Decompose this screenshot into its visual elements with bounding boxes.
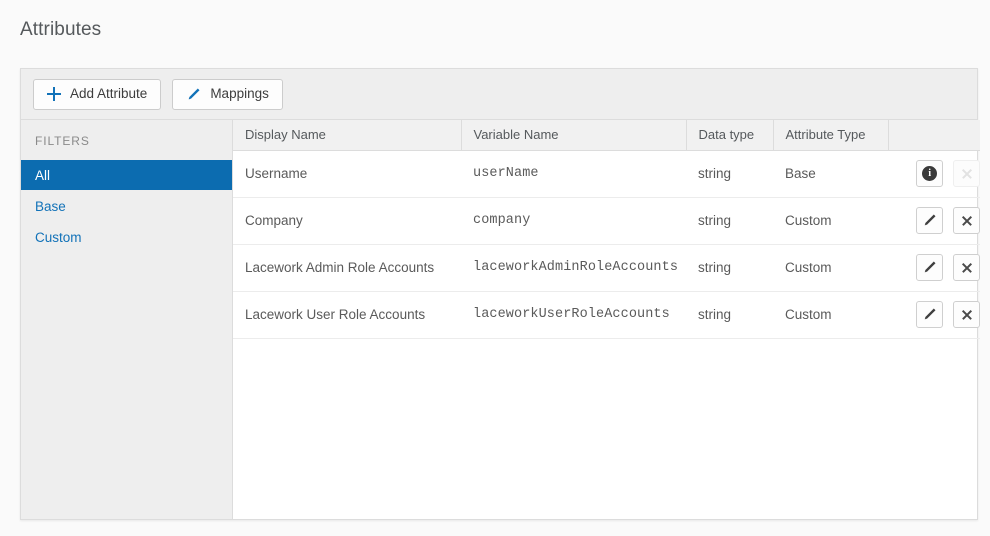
column-header-data-type[interactable]: Data type (686, 120, 774, 151)
delete-button[interactable] (953, 254, 980, 281)
info-icon: i (922, 166, 938, 181)
close-icon (961, 262, 973, 274)
delete-button[interactable] (953, 301, 980, 328)
cell-attribute-type: Custom (773, 244, 888, 292)
cell-display-name: Lacework Admin Role Accounts (233, 244, 461, 292)
pencil-icon (922, 213, 937, 228)
panel-body: FILTERS All Base Custom Display Name Var… (21, 120, 980, 519)
table-row[interactable]: Lacework Admin Role Accounts laceworkAdm… (233, 244, 980, 292)
close-icon (961, 309, 973, 321)
pencil-icon (922, 260, 937, 275)
attributes-table: Display Name Variable Name Data type Att… (233, 120, 980, 339)
column-header-variable-name[interactable]: Variable Name (461, 120, 687, 151)
cell-actions (888, 197, 980, 245)
cell-variable-name: laceworkAdminRoleAccounts (461, 244, 686, 292)
cell-variable-name: userName (461, 150, 686, 198)
add-attribute-label: Add Attribute (70, 86, 148, 102)
mappings-button[interactable]: Mappings (172, 78, 283, 110)
cell-actions (888, 244, 980, 292)
cell-actions: i (888, 150, 980, 198)
cell-attribute-type: Base (773, 150, 888, 198)
attributes-table-container: Display Name Variable Name Data type Att… (233, 120, 980, 519)
table-row[interactable]: Username userName string Base i (233, 150, 980, 198)
close-icon (961, 168, 973, 180)
table-header: Display Name Variable Name Data type Att… (233, 120, 980, 151)
sidebar-item-custom[interactable]: Custom (21, 222, 232, 252)
cell-display-name: Username (233, 150, 461, 198)
toolbar: Add Attribute Mappings (21, 69, 977, 120)
cell-display-name: Lacework User Role Accounts (233, 291, 461, 339)
delete-button[interactable] (953, 207, 980, 234)
column-header-attribute-type[interactable]: Attribute Type (773, 120, 889, 151)
plus-icon (47, 87, 61, 101)
edit-button[interactable] (916, 207, 944, 234)
table-row[interactable]: Lacework User Role Accounts laceworkUser… (233, 291, 980, 339)
mappings-label: Mappings (210, 86, 269, 102)
filters-sidebar: FILTERS All Base Custom (21, 120, 233, 519)
info-button[interactable]: i (916, 160, 944, 187)
page-title: Attributes (20, 19, 102, 40)
cell-display-name: Company (233, 197, 461, 245)
cell-data-type: string (686, 197, 773, 245)
table-header-row: Display Name Variable Name Data type Att… (233, 120, 980, 151)
add-attribute-button[interactable]: Add Attribute (33, 78, 162, 110)
cell-data-type: string (686, 291, 773, 339)
edit-button[interactable] (916, 254, 944, 281)
pencil-icon (922, 307, 937, 322)
delete-button (953, 160, 980, 187)
cell-actions (888, 291, 980, 339)
column-header-actions (888, 120, 980, 151)
cell-variable-name: company (461, 197, 686, 245)
attributes-panel: Add Attribute Mappings FILTERS All Base (20, 68, 980, 520)
cell-attribute-type: Custom (773, 197, 888, 245)
edit-button[interactable] (916, 301, 944, 328)
table-row[interactable]: Company company string Custom (233, 197, 980, 245)
sidebar-item-label: Base (35, 198, 66, 214)
filters-heading: FILTERS (35, 134, 90, 148)
sidebar-item-label: Custom (35, 229, 82, 245)
table-body: Username userName string Base i Company … (233, 150, 980, 339)
sidebar-item-all[interactable]: All (21, 160, 232, 190)
cell-attribute-type: Custom (773, 291, 888, 339)
cell-variable-name: laceworkUserRoleAccounts (461, 291, 686, 339)
column-header-display-name[interactable]: Display Name (233, 120, 462, 151)
sidebar-item-label: All (35, 167, 51, 183)
close-icon (961, 215, 973, 227)
sidebar-item-base[interactable]: Base (21, 191, 232, 221)
pencil-icon (186, 87, 201, 102)
cell-data-type: string (686, 244, 773, 292)
cell-data-type: string (686, 150, 773, 198)
